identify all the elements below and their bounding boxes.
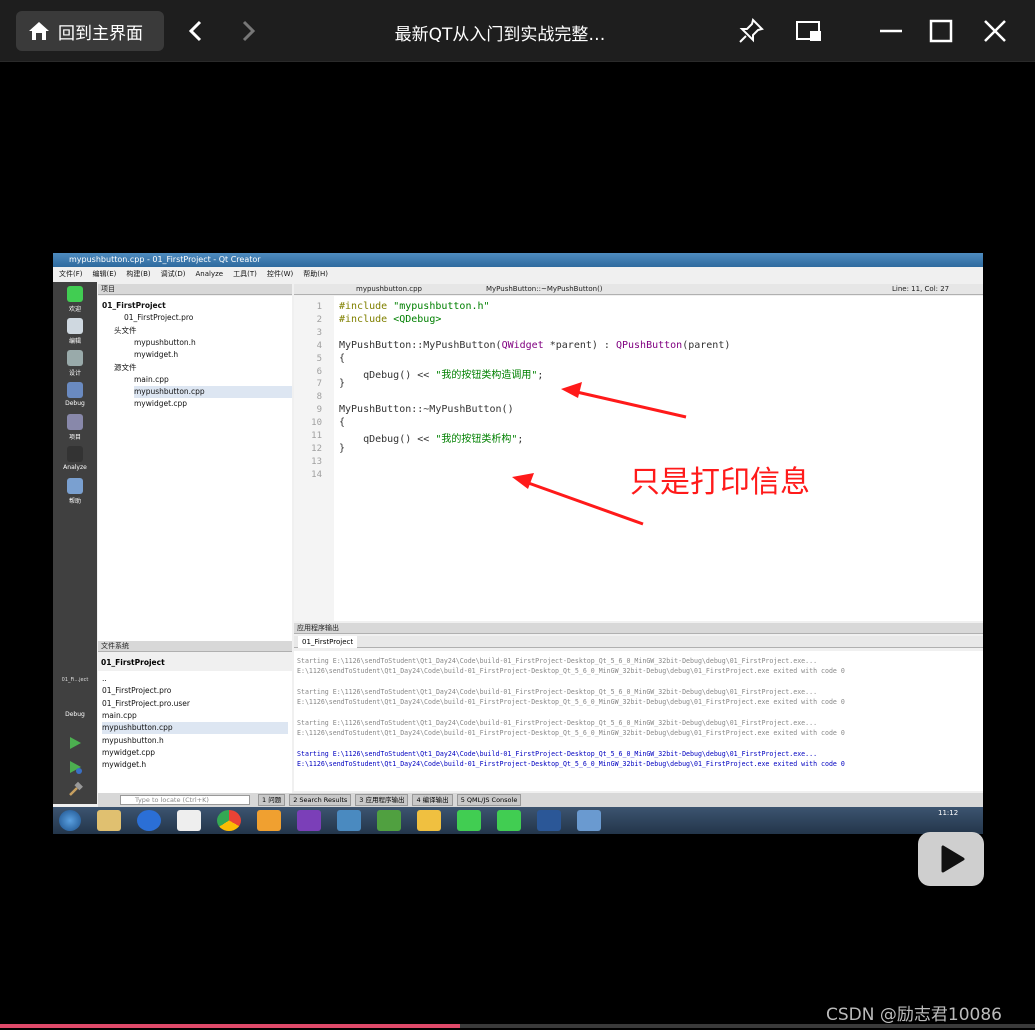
play-icon [941, 845, 965, 873]
annotation-arrows [512, 382, 687, 526]
progress-bar[interactable] [0, 1024, 1035, 1028]
annotation-text: 只是打印信息 [630, 465, 810, 500]
watermark: CSDN @励志君10086 [826, 1005, 1002, 1025]
play-button[interactable] [918, 832, 984, 886]
